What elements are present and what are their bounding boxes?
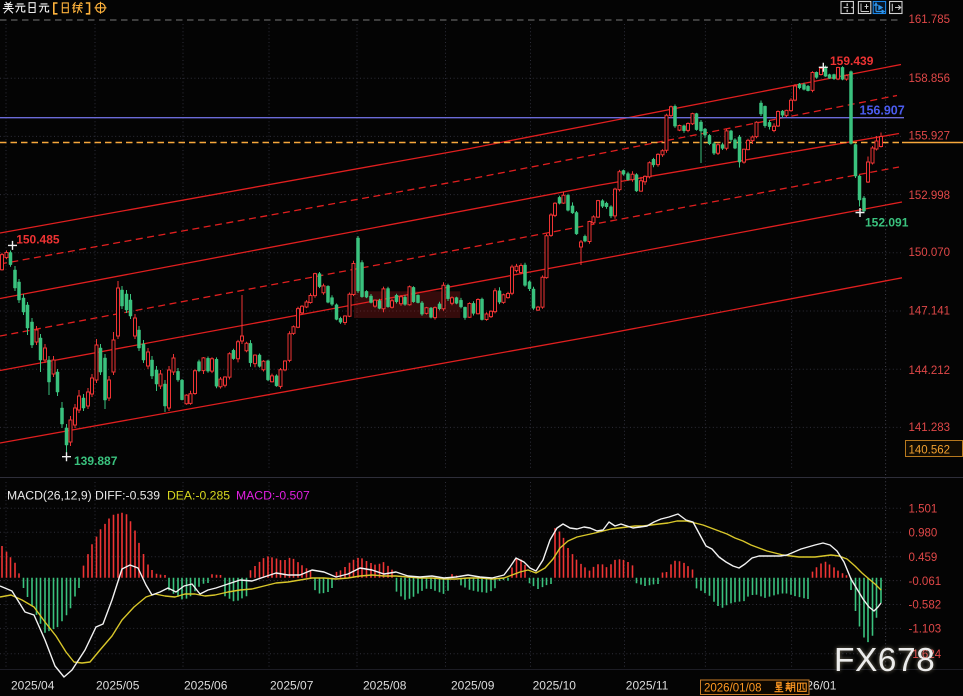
svg-text:DEA:-0.285: DEA:-0.285 xyxy=(167,489,230,503)
svg-text:140.562: 140.562 xyxy=(909,444,951,456)
svg-text:2025/08: 2025/08 xyxy=(363,679,407,693)
svg-text:-0.582: -0.582 xyxy=(909,600,942,612)
svg-text:2025/10: 2025/10 xyxy=(533,679,577,693)
svg-text:MACD(26,12,9) DIFF:-0.539: MACD(26,12,9) DIFF:-0.539 xyxy=(7,489,160,503)
svg-text:152.998: 152.998 xyxy=(909,190,951,202)
svg-text:-1.103: -1.103 xyxy=(909,624,942,636)
svg-text:155.927: 155.927 xyxy=(909,131,951,143)
svg-text:2025/05: 2025/05 xyxy=(96,679,140,693)
svg-text:2025/09: 2025/09 xyxy=(451,679,495,693)
svg-text:150.485: 150.485 xyxy=(16,232,60,246)
svg-text:150.070: 150.070 xyxy=(909,247,951,259)
svg-text:MACD:-0.507: MACD:-0.507 xyxy=(236,489,310,503)
svg-text:2025/11: 2025/11 xyxy=(626,679,669,693)
svg-text:159.439: 159.439 xyxy=(830,54,874,68)
svg-text:FX678: FX678 xyxy=(834,642,935,679)
svg-text:156.907: 156.907 xyxy=(860,104,905,118)
svg-text:-0.061: -0.061 xyxy=(909,576,942,588)
svg-text:2025/07: 2025/07 xyxy=(270,679,314,693)
svg-text:0.459: 0.459 xyxy=(909,552,938,564)
svg-text:2025/06: 2025/06 xyxy=(184,679,228,693)
svg-text:144.212: 144.212 xyxy=(909,365,951,377)
svg-text:0.980: 0.980 xyxy=(909,527,938,539)
svg-text:139.887: 139.887 xyxy=(74,454,118,468)
svg-text:152.091: 152.091 xyxy=(865,215,909,229)
svg-text:158.856: 158.856 xyxy=(909,73,951,85)
svg-text:2025/04: 2025/04 xyxy=(11,679,55,693)
svg-text:147.141: 147.141 xyxy=(909,306,951,318)
svg-text:141.283: 141.283 xyxy=(909,422,951,434)
svg-text:2026/01/08: 2026/01/08 xyxy=(704,683,762,695)
svg-text:161.785: 161.785 xyxy=(909,14,951,26)
svg-text:1.501: 1.501 xyxy=(909,504,938,516)
